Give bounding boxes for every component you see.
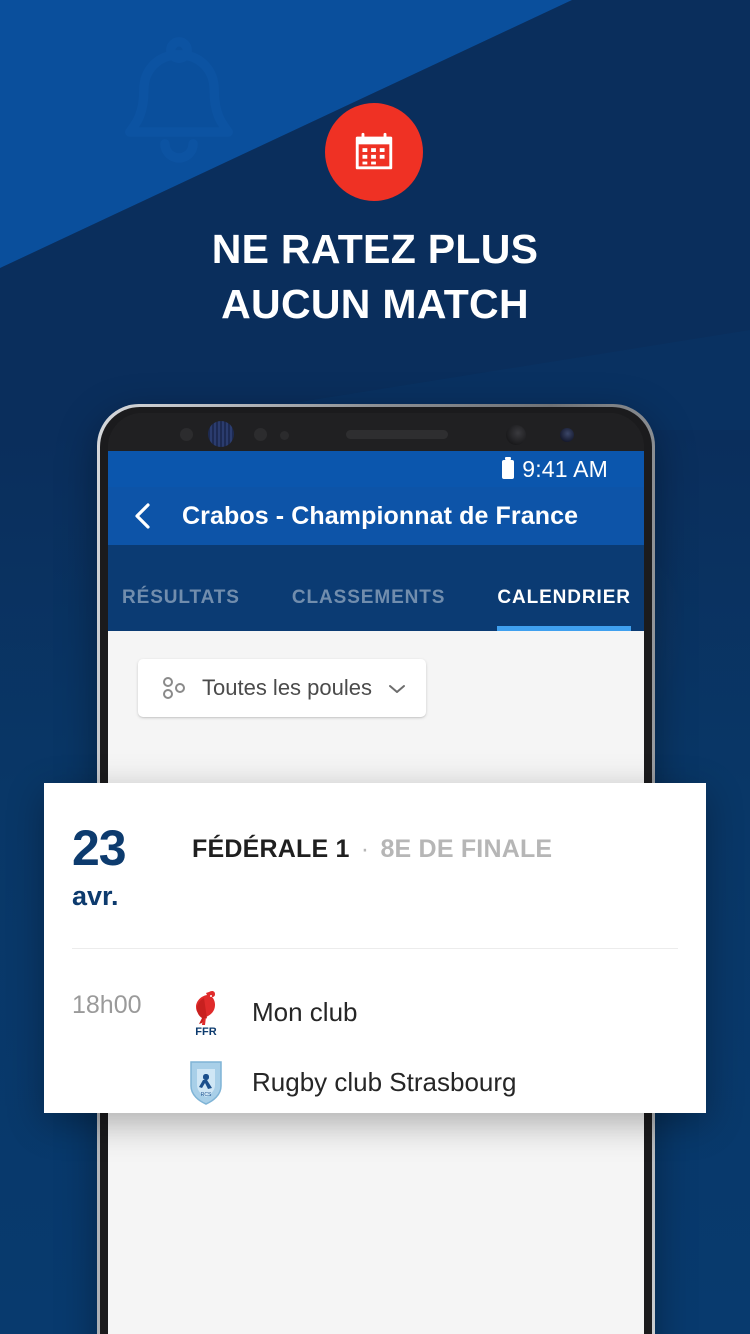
sensor-dot-icon bbox=[280, 431, 289, 440]
poule-filter-dropdown[interactable]: Toutes les poules bbox=[138, 659, 426, 717]
match-row[interactable]: 18h00 FFR Mon club RCS Rugby club Strasb… bbox=[44, 949, 706, 1117]
svg-text:FFR: FFR bbox=[195, 1026, 216, 1038]
hero-headline: NE RATEZ PLUS AUCUN MATCH bbox=[0, 222, 750, 332]
competition-name: FÉDÉRALE 1 bbox=[192, 835, 350, 863]
away-team-row: RCS Rugby club Strasbourg bbox=[184, 1047, 706, 1117]
iris-sensor-icon bbox=[208, 421, 234, 447]
team-name: Mon club bbox=[252, 996, 358, 1027]
status-bar: 9:41 AM bbox=[108, 451, 644, 487]
svg-text:RCS: RCS bbox=[201, 1092, 212, 1098]
match-day: 23 bbox=[72, 820, 127, 876]
hero-headline-line1: NE RATEZ PLUS bbox=[211, 226, 539, 272]
sensor-dot-icon bbox=[180, 428, 193, 441]
earpiece-speaker bbox=[346, 430, 448, 439]
app-bar: Crabos - Championnat de France bbox=[108, 487, 644, 545]
team-name: Rugby club Strasbourg bbox=[252, 1066, 517, 1097]
phone-sensor-row bbox=[108, 413, 644, 451]
led-indicator-icon bbox=[560, 428, 574, 442]
tab-label: RÉSULTATS bbox=[122, 587, 240, 608]
calendar-icon bbox=[325, 103, 423, 201]
tab-classements[interactable]: CLASSEMENTS bbox=[292, 587, 445, 631]
competition-separator: · bbox=[360, 835, 370, 863]
match-date: 23 avr. bbox=[72, 823, 164, 910]
sensor-dot-icon bbox=[254, 428, 267, 441]
tab-label: CALENDRIER bbox=[497, 587, 631, 608]
tab-resultats[interactable]: RÉSULTATS bbox=[122, 587, 240, 631]
back-chevron-icon[interactable] bbox=[126, 499, 160, 533]
highlighted-match-card[interactable]: 23 avr. FÉDÉRALE 1 · 8E DE FINALE 18h00 bbox=[44, 783, 706, 1113]
hero-headline-line2: AUCUN MATCH bbox=[221, 281, 529, 327]
competition-header: FÉDÉRALE 1 · 8E DE FINALE bbox=[192, 823, 552, 864]
front-camera-icon bbox=[506, 425, 526, 445]
status-clock: 9:41 AM bbox=[522, 455, 608, 482]
poule-group-icon bbox=[160, 676, 186, 700]
page-title: Crabos - Championnat de France bbox=[182, 501, 579, 530]
tab-label: CLASSEMENTS bbox=[291, 587, 446, 608]
promo-screenshot: NE RATEZ PLUS AUCUN MATCH 9:41 AM Crabos… bbox=[0, 0, 750, 1334]
chevron-down-icon bbox=[388, 682, 406, 694]
strasbourg-shield-crest: RCS bbox=[184, 1056, 228, 1108]
tab-bar: RÉSULTATS CLASSEMENTS CALENDRIER INFOS bbox=[108, 545, 644, 631]
battery-icon bbox=[502, 456, 515, 479]
match-month: avr. bbox=[72, 881, 119, 911]
ffr-rooster-crest: FFR bbox=[184, 986, 228, 1038]
home-team-row: FFR Mon club bbox=[184, 977, 706, 1047]
competition-round: 8E DE FINALE bbox=[380, 835, 553, 863]
poule-filter-label: Toutes les poules bbox=[202, 675, 372, 700]
tab-calendrier[interactable]: CALENDRIER bbox=[497, 587, 631, 631]
match-time: 18h00 bbox=[72, 991, 142, 1019]
